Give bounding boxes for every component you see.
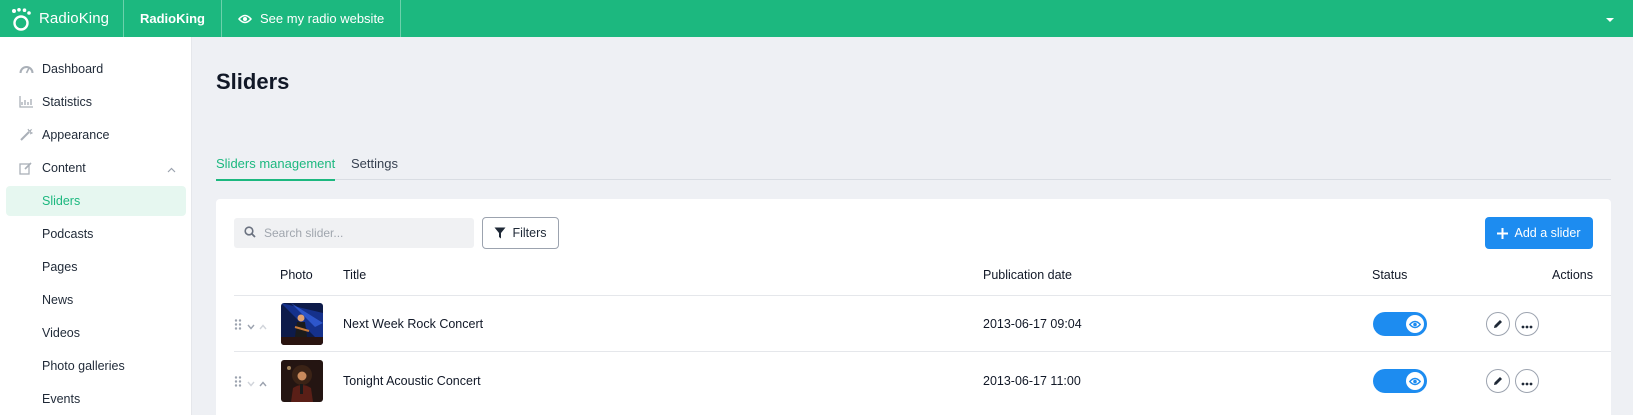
row-reorder-controls bbox=[234, 318, 267, 333]
eye-icon bbox=[1406, 372, 1424, 390]
sidebar-item-label: Photo galleries bbox=[42, 359, 125, 373]
station-name[interactable]: RadioKing bbox=[124, 0, 222, 37]
add-slider-label: Add a slider bbox=[1514, 226, 1581, 240]
tab-sliders-management[interactable]: Sliders management bbox=[216, 156, 336, 181]
sidebar-item-appearance[interactable]: Appearance bbox=[6, 120, 186, 150]
magic-wand-icon bbox=[18, 127, 34, 143]
slider-title: Tonight Acoustic Concert bbox=[343, 374, 481, 388]
sidebar-item-sliders[interactable]: Sliders bbox=[6, 186, 186, 216]
sidebar-item-pages[interactable]: Pages bbox=[6, 252, 186, 282]
row-reorder-controls bbox=[234, 375, 267, 390]
see-website-label: See my radio website bbox=[260, 11, 385, 26]
column-header-status: Status bbox=[1372, 268, 1408, 282]
pencil-icon bbox=[1493, 374, 1503, 389]
add-slider-button[interactable]: Add a slider bbox=[1485, 217, 1593, 249]
sidebar-item-label: Content bbox=[42, 161, 86, 175]
drag-handle-icon[interactable] bbox=[234, 375, 242, 390]
brand-name: RadioKing bbox=[39, 10, 110, 27]
gauge-icon bbox=[18, 61, 34, 77]
edit-button[interactable] bbox=[1486, 369, 1510, 393]
sidebar-item-videos[interactable]: Videos bbox=[6, 318, 186, 348]
brand[interactable]: RadioKing bbox=[0, 0, 124, 37]
edit-button[interactable] bbox=[1486, 312, 1510, 336]
top-bar: RadioKing RadioKing See my radio website bbox=[0, 0, 1633, 37]
filters-button[interactable]: Filters bbox=[482, 217, 559, 249]
sliders-card: Filters Add a slider Photo Title Publica… bbox=[216, 199, 1611, 415]
sidebar-item-label: Events bbox=[42, 392, 81, 406]
see-website-link[interactable]: See my radio website bbox=[222, 0, 402, 37]
sidebar-item-label: Appearance bbox=[42, 128, 110, 142]
slider-photo bbox=[281, 360, 323, 402]
chart-icon bbox=[18, 94, 34, 110]
sidebar-item-podcasts[interactable]: Podcasts bbox=[6, 219, 186, 249]
ellipsis-icon bbox=[1521, 374, 1533, 389]
slider-photo bbox=[281, 303, 323, 345]
radioking-logo-icon bbox=[11, 7, 33, 31]
table-row: Tonight Acoustic Concert 2013-06-17 11:0… bbox=[234, 353, 1611, 409]
drag-handle-icon[interactable] bbox=[234, 318, 242, 333]
move-up-icon[interactable] bbox=[259, 375, 267, 390]
sidebar-item-label: Videos bbox=[42, 326, 80, 340]
column-header-photo: Photo bbox=[280, 268, 313, 282]
sidebar-item-news[interactable]: News bbox=[6, 285, 186, 315]
column-header-actions: Actions bbox=[1552, 268, 1593, 282]
sidebar-item-dashboard[interactable]: Dashboard bbox=[6, 54, 186, 84]
visibility-toggle[interactable] bbox=[1373, 312, 1427, 336]
search-box[interactable] bbox=[234, 218, 474, 248]
sidebar-item-events[interactable]: Events bbox=[6, 384, 186, 414]
caret-down-icon bbox=[1605, 11, 1615, 26]
ellipsis-icon bbox=[1521, 317, 1533, 332]
sidebar-item-photo-galleries[interactable]: Photo galleries bbox=[6, 351, 186, 381]
slider-title: Next Week Rock Concert bbox=[343, 317, 484, 331]
eye-icon bbox=[238, 14, 252, 24]
sidebar-item-label: Podcasts bbox=[42, 227, 94, 241]
column-header-publication-date: Publication date bbox=[983, 268, 1072, 282]
move-down-icon[interactable] bbox=[247, 318, 255, 333]
publication-date: 2013-06-17 09:04 bbox=[983, 317, 1082, 331]
tab-bar: Sliders management Settings bbox=[216, 142, 1611, 181]
eye-icon bbox=[1406, 315, 1424, 333]
edit-icon bbox=[18, 160, 34, 176]
sidebar-item-label: Dashboard bbox=[42, 62, 104, 76]
filters-label: Filters bbox=[512, 226, 547, 240]
move-down-icon[interactable] bbox=[247, 375, 255, 390]
move-up-icon[interactable] bbox=[259, 318, 267, 333]
sidebar: Dashboard Statistics Appearance Content … bbox=[0, 37, 192, 415]
visibility-toggle[interactable] bbox=[1373, 369, 1427, 393]
search-input[interactable] bbox=[264, 226, 464, 240]
sidebar-item-label: Pages bbox=[42, 260, 78, 274]
main-content: Sliders Sliders management Settings Filt… bbox=[192, 37, 1633, 415]
page-title: Sliders bbox=[216, 69, 290, 94]
more-actions-button[interactable] bbox=[1515, 369, 1539, 393]
column-header-title: Title bbox=[343, 268, 367, 282]
pencil-icon bbox=[1493, 317, 1503, 332]
publication-date: 2013-06-17 11:00 bbox=[983, 374, 1081, 388]
table-row: Next Week Rock Concert 2013-06-17 09:04 bbox=[234, 296, 1611, 352]
sidebar-item-label: Sliders bbox=[42, 194, 81, 208]
search-icon bbox=[244, 225, 256, 241]
filter-icon bbox=[494, 227, 506, 239]
plus-icon bbox=[1497, 227, 1509, 239]
sidebar-item-statistics[interactable]: Statistics bbox=[6, 87, 186, 117]
chevron-up-icon bbox=[167, 162, 176, 176]
account-menu-caret[interactable] bbox=[1587, 0, 1633, 37]
sidebar-item-content[interactable]: Content bbox=[6, 153, 186, 183]
sidebar-item-label: News bbox=[42, 293, 74, 307]
sidebar-item-label: Statistics bbox=[42, 95, 93, 109]
tab-settings[interactable]: Settings bbox=[351, 156, 398, 179]
more-actions-button[interactable] bbox=[1515, 312, 1539, 336]
